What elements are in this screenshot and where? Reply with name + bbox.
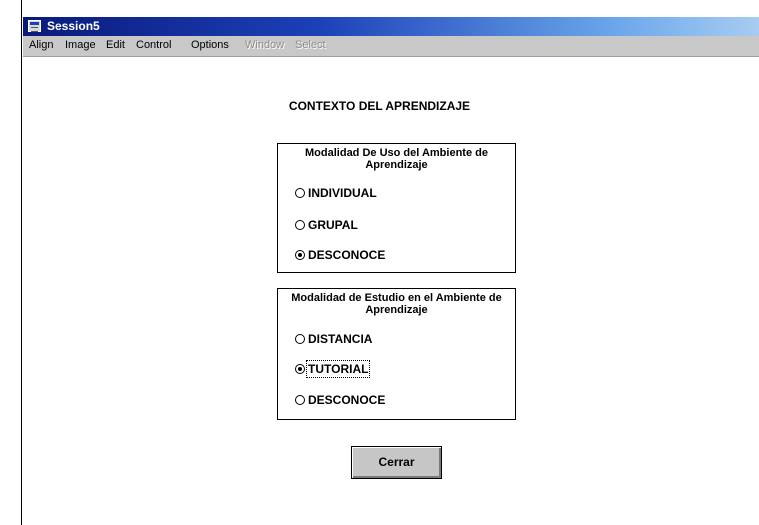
group-modalidad-uso: Modalidad De Uso del Ambiente de Aprendi… [277,143,516,273]
radio-grupal[interactable]: GRUPAL [295,218,358,232]
radio-distancia-label: DISTANCIA [308,332,373,346]
radio-tutorial[interactable]: TUTORIAL [295,360,371,378]
close-button[interactable]: Cerrar [351,446,442,479]
menu-select: Select [295,39,326,51]
radio-desconoce-uso[interactable]: DESCONOCE [295,248,385,262]
menu-control[interactable]: Control [136,39,171,51]
radio-checked-icon [295,364,305,374]
app-icon[interactable] [28,20,41,32]
radio-icon [295,220,305,230]
group-modalidad-estudio-title: Modalidad de Estudio en el Ambiente de A… [291,292,502,316]
radio-individual[interactable]: INDIVIDUAL [295,186,377,200]
menu-align[interactable]: Align [29,39,53,51]
page-heading: CONTEXTO DEL APRENDIZAJE [288,99,471,113]
radio-desconoce-estudio[interactable]: DESCONOCE [295,393,385,407]
radio-icon [295,334,305,344]
radio-grupal-label: GRUPAL [308,218,358,232]
radio-desconoce-estudio-label: DESCONOCE [308,393,386,407]
radio-distancia[interactable]: DISTANCIA [295,332,372,346]
group-modalidad-uso-title: Modalidad De Uso del Ambiente de Aprendi… [305,147,488,171]
radio-tutorial-label: TUTORIAL [305,360,371,378]
group-modalidad-estudio: Modalidad de Estudio en el Ambiente de A… [277,288,516,420]
radio-desconoce-uso-label: DESCONOCE [308,248,386,262]
menu-window: Window [245,39,285,51]
radio-individual-label: INDIVIDUAL [308,186,377,200]
radio-checked-icon [295,250,305,260]
radio-icon [295,395,305,405]
radio-icon [295,188,305,198]
menu-image[interactable]: Image [65,39,96,51]
window-title: Session5 [47,19,100,33]
title-bar[interactable]: Session5 [23,17,759,36]
menu-edit[interactable]: Edit [106,39,125,51]
menu-options[interactable]: Options [191,39,229,51]
menu-bar: Align Image Edit Control Options Window … [23,36,759,57]
